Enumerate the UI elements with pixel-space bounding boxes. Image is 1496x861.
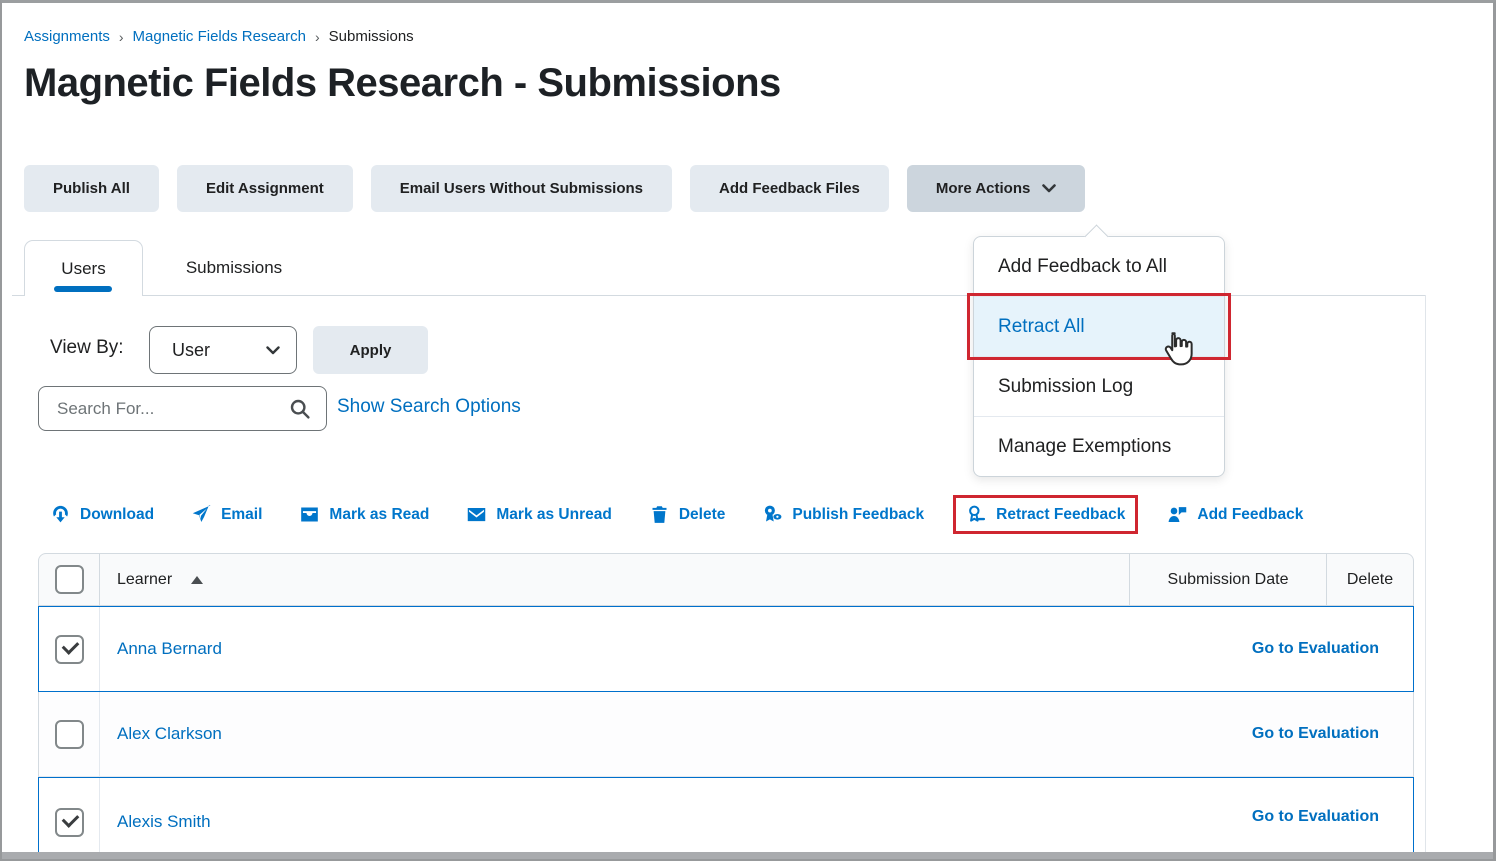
publish-feedback-action[interactable]: Publish Feedback (762, 504, 924, 525)
menu-item-add-feedback-to-all[interactable]: Add Feedback to All (974, 237, 1224, 296)
download-label: Download (80, 506, 154, 524)
view-by-label: View By: (50, 337, 124, 359)
publish-all-button[interactable]: Publish All (24, 165, 159, 212)
learner-name-link[interactable]: Alex Clarkson (117, 724, 222, 744)
apply-button[interactable]: Apply (313, 326, 428, 374)
submission-date-column-header: Submission Date (1168, 571, 1289, 589)
breadcrumb-assignments[interactable]: Assignments (24, 28, 110, 45)
mark-as-unread-action[interactable]: Mark as Unread (466, 504, 611, 525)
header-learner-cell: Learner (100, 554, 1129, 605)
active-tab-indicator (54, 286, 112, 292)
add-feedback-label: Add Feedback (1197, 506, 1303, 524)
learner-cell: Alexis Smith (100, 778, 1413, 861)
table-row: Alexis Smith Go to Evaluation (38, 777, 1414, 861)
email-users-without-submissions-button[interactable]: Email Users Without Submissions (371, 165, 672, 212)
mark-read-icon (299, 504, 320, 525)
email-action[interactable]: Email (191, 504, 262, 525)
go-to-evaluation-link[interactable]: Go to Evaluation (1252, 808, 1379, 826)
tab-submissions-label: Submissions (186, 258, 282, 278)
sort-ascending-icon[interactable] (191, 576, 203, 584)
search-box (38, 386, 327, 431)
row-checkbox[interactable] (55, 635, 84, 664)
email-label: Email (221, 506, 262, 524)
header-delete-cell: Delete (1326, 554, 1413, 605)
panel-right-border (1425, 295, 1426, 857)
go-to-evaluation-link[interactable]: Go to Evaluation (1252, 640, 1379, 658)
delete-label: Delete (679, 506, 726, 524)
add-feedback-files-button[interactable]: Add Feedback Files (690, 165, 889, 212)
mark-as-read-action[interactable]: Mark as Read (299, 504, 429, 525)
row-checkbox-cell (39, 692, 100, 776)
breadcrumb-assignment-name[interactable]: Magnetic Fields Research (133, 28, 306, 45)
add-feedback-icon (1167, 504, 1188, 525)
envelope-icon (466, 504, 487, 525)
chevron-down-icon (1042, 184, 1056, 193)
learner-cell: Anna Bernard (100, 607, 1413, 691)
submissions-page: Assignments › Magnetic Fields Research ›… (0, 0, 1496, 861)
download-action[interactable]: Download (50, 504, 154, 525)
send-icon (191, 504, 212, 525)
tab-submissions[interactable]: Submissions (143, 240, 325, 295)
breadcrumb-separator: › (119, 29, 124, 45)
edit-assignment-button[interactable]: Edit Assignment (177, 165, 353, 212)
go-to-evaluation-link[interactable]: Go to Evaluation (1252, 725, 1379, 743)
chevron-down-icon (266, 346, 280, 355)
table-header-row: Learner Submission Date Delete (38, 553, 1414, 606)
more-actions-button[interactable]: More Actions (907, 165, 1085, 212)
table-row: Anna Bernard Go to Evaluation (38, 606, 1414, 692)
learner-cell: Alex Clarkson (100, 692, 1413, 776)
delete-column-header: Delete (1347, 571, 1393, 589)
tab-users-label: Users (61, 259, 105, 279)
tab-users[interactable]: Users (24, 240, 143, 296)
publish-feedback-icon (762, 504, 783, 525)
search-icon[interactable] (288, 397, 312, 421)
menu-item-retract-all[interactable]: Retract All (974, 296, 1224, 356)
learner-column-header[interactable]: Learner (117, 571, 172, 589)
row-checkbox-cell (39, 607, 100, 691)
search-input[interactable] (57, 399, 288, 419)
trash-icon (649, 504, 670, 525)
add-feedback-action[interactable]: Add Feedback (1167, 504, 1303, 525)
hand-cursor-icon (1159, 329, 1197, 369)
menu-item-manage-exemptions[interactable]: Manage Exemptions (974, 416, 1224, 476)
row-checkbox-cell (39, 778, 100, 861)
delete-action[interactable]: Delete (649, 504, 726, 525)
breadcrumb-separator: › (315, 29, 320, 45)
publish-feedback-label: Publish Feedback (792, 506, 924, 524)
download-icon (50, 504, 71, 525)
show-search-options-link[interactable]: Show Search Options (337, 396, 521, 418)
table-row: Alex Clarkson Go to Evaluation (38, 692, 1414, 777)
mark-as-unread-label: Mark as Unread (496, 506, 611, 524)
learner-name-link[interactable]: Alexis Smith (117, 812, 211, 832)
view-by-select[interactable]: User (149, 326, 297, 374)
row-checkbox[interactable] (55, 808, 84, 837)
more-actions-menu: Add Feedback to All Retract All Submissi… (973, 236, 1225, 477)
breadcrumb: Assignments › Magnetic Fields Research ›… (24, 28, 414, 45)
header-submission-date-cell: Submission Date (1129, 554, 1326, 605)
toolbar: Publish All Edit Assignment Email Users … (24, 165, 1085, 212)
retract-feedback-action[interactable]: Retract Feedback (953, 495, 1138, 534)
retract-feedback-label: Retract Feedback (996, 506, 1125, 524)
row-checkbox[interactable] (55, 720, 84, 749)
more-actions-label: More Actions (936, 180, 1030, 197)
page-title: Magnetic Fields Research - Submissions (24, 61, 781, 106)
mark-as-read-label: Mark as Read (329, 506, 429, 524)
window-bottom-edge (2, 852, 1493, 859)
retract-feedback-icon (966, 504, 987, 525)
retract-all-label: Retract All (998, 316, 1085, 337)
view-by-selected-value: User (172, 340, 266, 361)
header-checkbox-cell (39, 554, 100, 605)
action-bar: Download Email Mark as Read Mark as Unre… (50, 495, 1303, 534)
breadcrumb-current: Submissions (329, 28, 414, 45)
submissions-table: Learner Submission Date Delete Anna Bern… (38, 553, 1414, 861)
learner-name-link[interactable]: Anna Bernard (117, 639, 222, 659)
select-all-checkbox[interactable] (55, 565, 84, 594)
